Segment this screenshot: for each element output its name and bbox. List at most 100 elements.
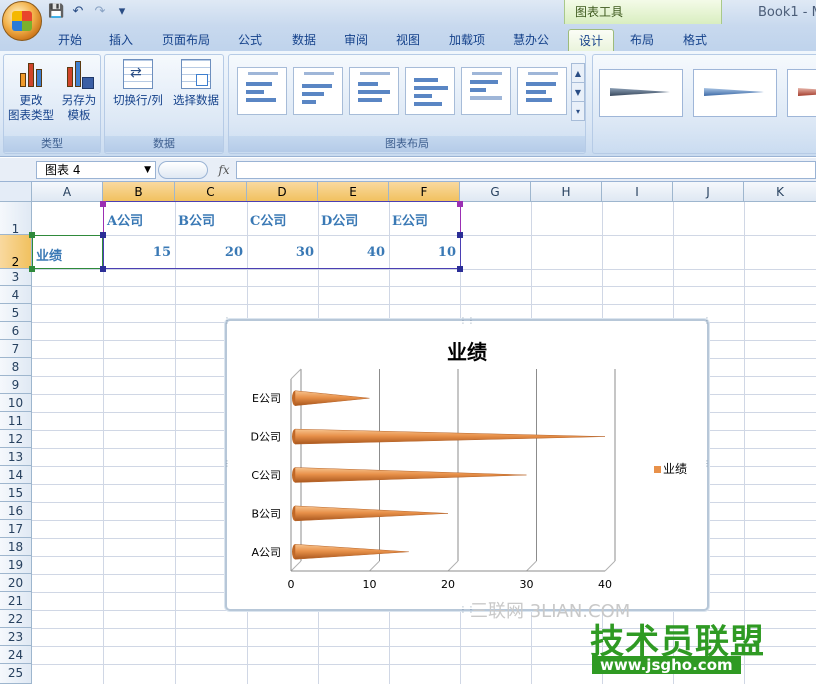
tab-insert[interactable]: 插入	[100, 29, 142, 51]
tab-view[interactable]: 视图	[386, 29, 430, 51]
col-header-f[interactable]: F	[389, 182, 460, 202]
row-header-15[interactable]: 15	[0, 484, 32, 502]
chart-layout-4[interactable]	[405, 67, 455, 115]
col-header-g[interactable]: G	[460, 182, 531, 202]
row-header-23[interactable]: 23	[0, 628, 32, 646]
row-header-1[interactable]: 1	[0, 202, 32, 236]
row-header-10[interactable]: 10	[0, 394, 32, 412]
row-header-8[interactable]: 8	[0, 358, 32, 376]
select-data-button[interactable]: 选择数据	[167, 59, 225, 108]
chart-layout-2[interactable]	[293, 67, 343, 115]
resize-handle-right-icon[interactable]: ⋮	[703, 459, 711, 468]
row-header-3[interactable]: 3	[0, 269, 32, 286]
row-header-9[interactable]: 9	[0, 376, 32, 394]
row-header-4[interactable]: 4	[0, 286, 32, 304]
row-header-2[interactable]: 2	[0, 235, 32, 269]
type-group: 更改 图表类型 另存为 模板 类型	[3, 54, 101, 154]
resize-handle-top-icon[interactable]: ⋮⋮	[459, 316, 475, 325]
tab-huibangong[interactable]: 慧办公	[504, 29, 558, 51]
tab-page-layout[interactable]: 页面布局	[154, 29, 218, 51]
row-header-25[interactable]: 25	[0, 664, 32, 684]
tab-format[interactable]: 格式	[672, 29, 718, 51]
chart-object[interactable]: 业绩 0 10 20 30 40 A公司 B公司 C公司 D公司 E公司 业绩 ⋮⋮ ⋮⋮ ⋮ ⋮…	[223, 316, 711, 614]
resize-handle-corner-icon[interactable]: ⋮	[703, 316, 711, 325]
tab-home[interactable]: 开始	[48, 29, 92, 51]
x-tick-label: 40	[598, 578, 612, 591]
plot-area[interactable]: 0 10 20 30 40 A公司 B公司 C公司 D公司 E公司	[251, 368, 616, 591]
row-header-12[interactable]: 12	[0, 430, 32, 448]
range-handle[interactable]	[457, 232, 463, 238]
undo-icon[interactable]: ↶	[70, 4, 86, 20]
save-as-template-button[interactable]: 另存为 模板	[56, 59, 102, 123]
chart-title[interactable]: 业绩	[447, 340, 487, 364]
x-tick-label: 0	[288, 578, 295, 591]
col-header-c[interactable]: C	[175, 182, 247, 202]
chart-layout-6[interactable]	[517, 67, 567, 115]
row-header-21[interactable]: 21	[0, 592, 32, 610]
chart-style-3[interactable]	[787, 69, 816, 117]
name-box-dropdown-icon[interactable]: ▼	[144, 162, 151, 178]
gallery-up-icon[interactable]: ▲	[572, 64, 584, 83]
resize-handle-left-icon[interactable]: ⋮	[223, 459, 231, 468]
save-icon[interactable]: 💾	[48, 4, 64, 20]
insert-function-icon[interactable]: fx	[214, 161, 234, 179]
row-header-14[interactable]: 14	[0, 466, 32, 484]
formula-zoom-handle[interactable]	[158, 161, 208, 179]
range-handle[interactable]	[100, 201, 106, 207]
row-header-18[interactable]: 18	[0, 538, 32, 556]
range-handle[interactable]	[29, 232, 35, 238]
col-header-j[interactable]: J	[673, 182, 744, 202]
col-header-b[interactable]: B	[103, 182, 175, 202]
row-header-6[interactable]: 6	[0, 322, 32, 340]
row-header-19[interactable]: 19	[0, 556, 32, 574]
chart-layouts-group-label: 图表布局	[229, 136, 585, 152]
gallery-more-icon[interactable]: ▾	[572, 102, 584, 121]
tab-formulas[interactable]: 公式	[228, 29, 272, 51]
gallery-down-icon[interactable]: ▼	[572, 83, 584, 102]
row-header-24[interactable]: 24	[0, 646, 32, 664]
chart-layout-1[interactable]	[237, 67, 287, 115]
tab-design[interactable]: 设计	[568, 29, 614, 51]
formula-input[interactable]	[236, 161, 816, 179]
range-handle[interactable]	[29, 266, 35, 272]
tab-addins[interactable]: 加载项	[440, 29, 494, 51]
chart-style-2[interactable]	[693, 69, 777, 117]
tab-layout[interactable]: 布局	[620, 29, 664, 51]
col-header-a[interactable]: A	[32, 182, 103, 202]
name-box[interactable]: 图表 4 ▼	[36, 161, 156, 179]
resize-handle-corner-icon[interactable]: ⋮	[223, 316, 231, 325]
row-header-13[interactable]: 13	[0, 448, 32, 466]
chart-style-1[interactable]	[599, 69, 683, 117]
office-button[interactable]	[2, 1, 42, 41]
col-header-i[interactable]: I	[602, 182, 673, 202]
series-name-range-highlight	[32, 235, 103, 269]
range-handle[interactable]	[100, 232, 106, 238]
row-header-7[interactable]: 7	[0, 340, 32, 358]
range-handle[interactable]	[100, 266, 106, 272]
layout-gallery-scroll[interactable]: ▲ ▼ ▾	[571, 63, 585, 121]
chart-layout-3[interactable]	[349, 67, 399, 115]
row-header-5[interactable]: 5	[0, 304, 32, 322]
floor-line	[526, 560, 537, 572]
col-header-h[interactable]: H	[531, 182, 602, 202]
row-header-17[interactable]: 17	[0, 520, 32, 538]
redo-icon[interactable]: ↷	[92, 4, 108, 20]
col-header-e[interactable]: E	[318, 182, 389, 202]
tab-review[interactable]: 审阅	[334, 29, 378, 51]
change-chart-type-button[interactable]: 更改 图表类型	[6, 59, 56, 123]
select-all-corner[interactable]	[0, 182, 32, 202]
worksheet[interactable]: A B C D E F G H I J K 1 2 3 4 5 6 7 8 9 …	[0, 182, 816, 684]
row-header-20[interactable]: 20	[0, 574, 32, 592]
row-header-16[interactable]: 16	[0, 502, 32, 520]
row-header-22[interactable]: 22	[0, 610, 32, 628]
range-handle[interactable]	[457, 266, 463, 272]
range-handle[interactable]	[457, 201, 463, 207]
tab-data[interactable]: 数据	[282, 29, 326, 51]
row-header-11[interactable]: 11	[0, 412, 32, 430]
chart-legend[interactable]: 业绩	[654, 462, 687, 476]
switch-row-column-button[interactable]: ⇄ 切换行/列	[109, 59, 167, 108]
customize-qat-icon[interactable]: ▾	[114, 4, 130, 20]
chart-layout-5[interactable]	[461, 67, 511, 115]
col-header-k[interactable]: K	[744, 182, 816, 202]
col-header-d[interactable]: D	[247, 182, 318, 202]
